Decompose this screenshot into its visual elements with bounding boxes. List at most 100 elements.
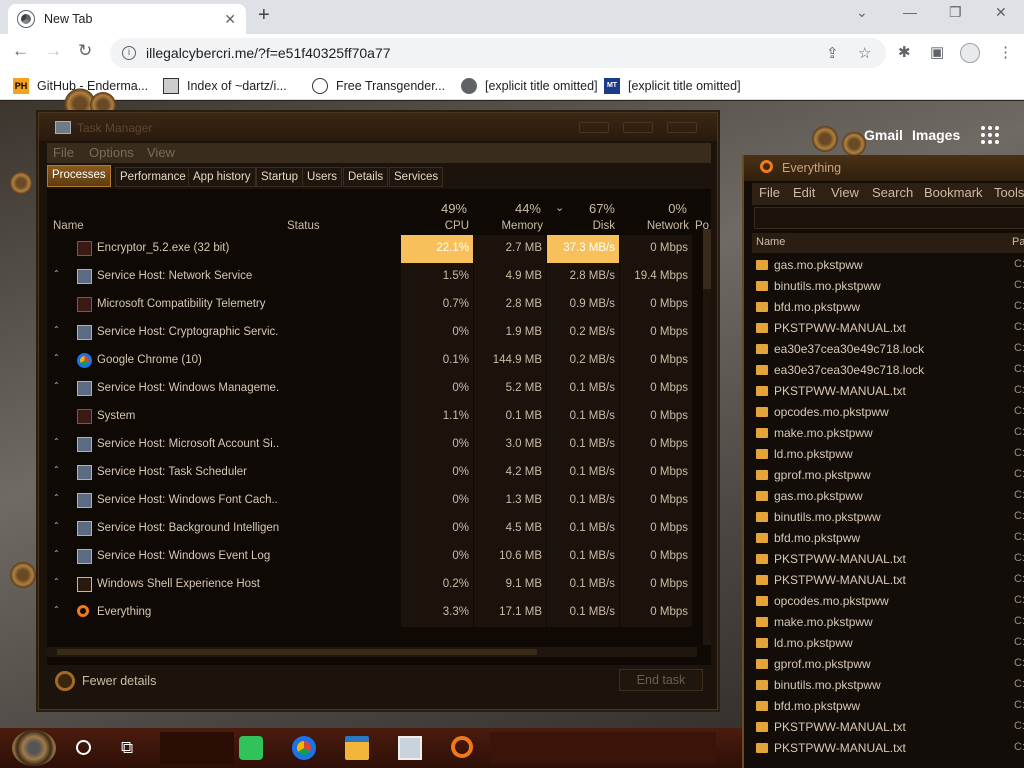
vertical-scrollbar[interactable] [703, 229, 711, 645]
tab-services[interactable]: Services [389, 167, 444, 187]
close-tab-icon[interactable]: ✕ [224, 11, 236, 28]
file-row[interactable]: PKSTPWW-MANUAL.txt C: [756, 717, 1024, 738]
process-row[interactable]: ⌃ Service Host: Task Scheduler 0% 4.2 MB 0.1… [47, 459, 701, 487]
chrome-taskbar-icon[interactable] [292, 736, 316, 760]
process-row[interactable]: ⌃ Service Host: Microsoft Account Si... 0%… [47, 431, 701, 459]
column-memory[interactable]: Memory [487, 220, 543, 232]
horizontal-scrollbar[interactable] [47, 647, 697, 657]
expand-chevron-icon[interactable]: ⌃ [53, 605, 60, 614]
task-manager-titlebar[interactable]: Task Manager [39, 113, 717, 141]
process-row[interactable]: ⌃ Service Host: Windows Event Log 0% 10.6 M… [47, 543, 701, 571]
apps-grid-icon[interactable] [981, 126, 999, 144]
forward-button[interactable]: → [45, 41, 62, 61]
file-row[interactable]: binutils.mo.pkstpww C: [756, 507, 1024, 528]
file-row[interactable]: ea30e37cea30e49c718.lock C: [756, 339, 1024, 360]
sort-chevron-icon[interactable]: ⌄ [555, 201, 564, 214]
file-row[interactable]: opcodes.mo.pkstpww C: [756, 402, 1024, 423]
menu-tools[interactable]: Tools [994, 185, 1024, 200]
bookmark-4[interactable]: [explicit title omitted] [461, 78, 598, 94]
file-row[interactable]: bfd.mo.pkstpww C: [756, 297, 1024, 318]
file-row[interactable]: PKSTPWW-MANUAL.txt C: [756, 549, 1024, 570]
process-row[interactable]: ⌃ Windows Shell Experience Host 0.2% 9.1 MB… [47, 571, 701, 599]
file-row[interactable]: PKSTPWW-MANUAL.txt C: [756, 570, 1024, 591]
file-row[interactable]: ld.mo.pkstpww C: [756, 444, 1024, 465]
file-row[interactable]: bfd.mo.pkstpww C: [756, 696, 1024, 717]
close-window-button[interactable]: ✕ [995, 4, 1007, 21]
expand-chevron-icon[interactable]: ⌃ [53, 269, 60, 278]
task-manager-taskbar-icon[interactable] [398, 736, 422, 760]
expand-chevron-icon[interactable]: ⌃ [53, 493, 60, 502]
site-info-icon[interactable]: i [122, 46, 136, 60]
process-row[interactable]: ⌃ Service Host: Windows Font Cach... 0% 1.3… [47, 487, 701, 515]
scroll-thumb[interactable] [703, 229, 711, 289]
expand-chevron-icon[interactable]: ⌃ [53, 521, 60, 530]
column-status[interactable]: Status [287, 220, 320, 232]
process-row[interactable]: ⌃ Service Host: Cryptographic Servic... 0%… [47, 319, 701, 347]
restore-button[interactable]: ❐ [949, 4, 962, 21]
task-view-icon[interactable]: ⧉ [121, 738, 133, 758]
share-icon[interactable]: ⇪ [826, 44, 839, 62]
menu-kebab-icon[interactable]: ⋮ [998, 43, 1013, 61]
expand-chevron-icon[interactable]: ⌃ [53, 465, 60, 474]
images-link[interactable]: Images [912, 127, 960, 143]
file-row[interactable]: bfd.mo.pkstpww C: [756, 528, 1024, 549]
process-row[interactable]: ⌃ Service Host: Network Service 1.5% 4.9 MB… [47, 263, 701, 291]
bookmark-index[interactable]: Index of ~dartz/i... [163, 78, 287, 94]
tab-startup[interactable]: Startup [256, 167, 304, 187]
notes-app-icon[interactable] [239, 736, 263, 760]
menu-bookmark[interactable]: Bookmark [924, 185, 983, 200]
file-row[interactable]: gas.mo.pkstpww C: [756, 255, 1024, 276]
minimize-button[interactable] [579, 122, 609, 133]
everything-taskbar-icon[interactable] [451, 736, 473, 758]
file-row[interactable]: PKSTPWW-MANUAL.txt C: [756, 318, 1024, 339]
bookmark-free[interactable]: Free Transgender... [312, 78, 445, 94]
process-row[interactable]: Microsoft Compatibility Telemetry 0.7% 2.8… [47, 291, 701, 319]
tab-search-icon[interactable]: ⌄ [856, 4, 868, 21]
expand-chevron-icon[interactable]: ⌃ [53, 549, 60, 558]
process-row[interactable]: ⌃ Google Chrome (10) 0.1% 144.9 MB 0.2 MB/s 0… [47, 347, 701, 375]
column-disk[interactable]: Disk [567, 220, 615, 232]
menu-file[interactable]: File [759, 185, 780, 200]
expand-chevron-icon[interactable]: ⌃ [53, 325, 60, 334]
fewer-details-icon[interactable] [55, 671, 75, 691]
menu-view[interactable]: View [831, 185, 859, 200]
address-bar[interactable]: i illegalcybercri.me/?f=e51f40325ff70a77… [110, 38, 886, 68]
reload-button[interactable]: ↻ [78, 41, 92, 61]
file-row[interactable]: gprof.mo.pkstpww C: [756, 465, 1024, 486]
side-panel-icon[interactable]: ▣ [930, 43, 944, 61]
column-cpu[interactable]: CPU [427, 220, 469, 232]
back-button[interactable]: ← [12, 41, 29, 61]
tab-users[interactable]: Users [302, 167, 343, 187]
process-row[interactable]: ⌃ Service Host: Windows Manageme... 0% 5.2 … [47, 375, 701, 403]
maximize-button[interactable] [623, 122, 653, 133]
menu-file[interactable]: File [53, 145, 74, 160]
process-row[interactable]: ⌃ Everything 3.3% 17.1 MB 0.1 MB/s 0 Mbps [47, 599, 701, 627]
file-row[interactable]: gas.mo.pkstpww C: [756, 486, 1024, 507]
expand-chevron-icon[interactable]: ⌃ [53, 381, 60, 390]
process-row[interactable]: ⌃ Service Host: Background Intelligen... 0… [47, 515, 701, 543]
tab-app-history[interactable]: App history [188, 167, 256, 187]
menu-edit[interactable]: Edit [793, 185, 815, 200]
file-row[interactable]: binutils.mo.pkstpww C: [756, 675, 1024, 696]
start-button[interactable] [12, 730, 56, 766]
close-button[interactable] [667, 122, 697, 133]
bookmark-5[interactable]: MT [explicit title omitted] [604, 78, 741, 94]
gmail-link[interactable]: Gmail [864, 127, 903, 143]
column-name[interactable]: Name [756, 236, 785, 248]
menu-view[interactable]: View [147, 145, 175, 160]
tab-details[interactable]: Details [343, 167, 389, 187]
everything-titlebar[interactable]: Everything [744, 155, 1024, 181]
scroll-thumb[interactable] [57, 649, 537, 655]
everything-search-input[interactable] [754, 207, 1024, 229]
taskbar-search-box[interactable] [160, 732, 234, 764]
process-row[interactable]: Encryptor_5.2.exe (32 bit) 22.1% 2.7 MB 37.… [47, 235, 701, 263]
fewer-details-link[interactable]: Fewer details [82, 674, 156, 688]
column-path[interactable]: Pa [1012, 236, 1024, 248]
file-row[interactable]: make.mo.pkstpww C: [756, 612, 1024, 633]
search-circle-icon[interactable] [76, 740, 91, 755]
file-row[interactable]: make.mo.pkstpww C: [756, 423, 1024, 444]
browser-tab[interactable]: New Tab ✕ [8, 4, 246, 34]
file-row[interactable]: PKSTPWW-MANUAL.txt C: [756, 738, 1024, 759]
file-row[interactable]: opcodes.mo.pkstpww C: [756, 591, 1024, 612]
process-row[interactable]: System 1.1% 0.1 MB 0.1 MB/s 0 Mbps [47, 403, 701, 431]
